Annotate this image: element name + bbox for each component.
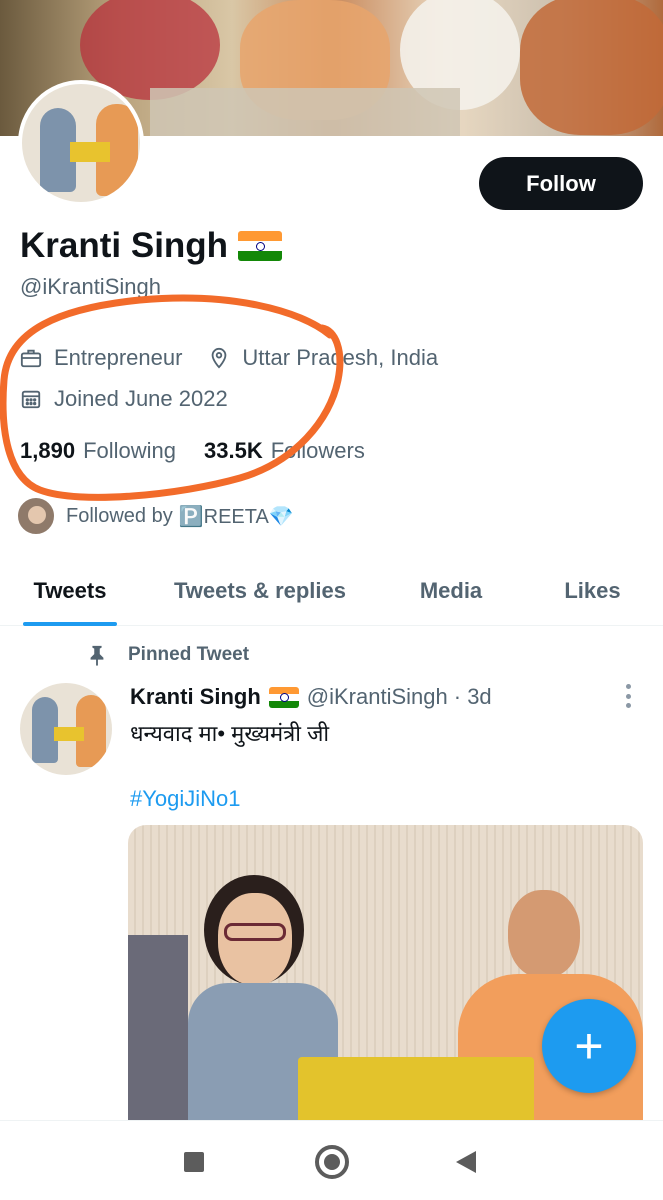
following-link[interactable]: 1,890 Following <box>20 438 176 464</box>
following-label: Following <box>83 438 176 463</box>
tweet-handle: @iKrantiSingh <box>306 684 448 709</box>
android-navigation-bar <box>0 1120 663 1200</box>
follow-counts: 1,890 Following 33.5K Followers <box>20 438 365 464</box>
tweet-avatar[interactable] <box>20 683 112 775</box>
tweet-time: · 3d <box>453 684 492 709</box>
tab-tweets-replies[interactable]: Tweets & replies <box>140 556 380 626</box>
profile-name: Kranti Singh <box>20 226 283 266</box>
tab-likes[interactable]: Likes <box>522 556 663 626</box>
following-count: 1,890 <box>20 438 76 463</box>
joined-text: Joined June 2022 <box>54 386 228 411</box>
back-icon[interactable] <box>456 1151 476 1173</box>
tweet-hashtag[interactable]: #YogiJiNo1 <box>130 786 241 812</box>
compose-tweet-button[interactable]: + <box>542 999 636 1093</box>
tweet-author[interactable]: Kranti Singh <box>130 684 261 710</box>
tweet-header: Kranti Singh @iKrantiSingh · 3d <box>130 684 492 710</box>
followers-link[interactable]: 33.5K Followers <box>204 438 365 464</box>
followers-count: 33.5K <box>204 438 263 463</box>
occupation-text: Entrepreneur <box>54 345 183 370</box>
more-options-icon[interactable] <box>621 684 635 708</box>
follow-button[interactable]: Follow <box>479 157 643 210</box>
calendar-icon <box>21 390 41 409</box>
location-pin-icon <box>212 347 227 369</box>
profile-avatar[interactable] <box>18 80 144 206</box>
followers-label: Followers <box>270 438 365 463</box>
profile-handle: @iKrantiSingh <box>20 274 161 299</box>
pin-icon <box>90 645 104 666</box>
home-icon[interactable] <box>315 1145 349 1179</box>
follower-avatar <box>16 496 56 536</box>
recent-apps-icon[interactable] <box>184 1152 204 1172</box>
pinned-tweet-label: Pinned Tweet <box>86 643 249 667</box>
tweet-text: धन्यवाद मा• मुख्यमंत्री जी <box>130 721 330 746</box>
briefcase-icon <box>20 349 42 368</box>
profile-name-text: Kranti Singh <box>20 226 229 265</box>
pinned-tweet-text: Pinned Tweet <box>128 644 250 665</box>
profile-tabs: Tweets Tweets & replies Media Likes <box>0 556 663 626</box>
followed-by-name: 🅿️REETA💎 <box>178 505 294 528</box>
location-text: Uttar Pradesh, India <box>242 345 439 370</box>
profile-joined-row: Joined June 2022 <box>20 386 228 412</box>
followed-by-prefix: Followed by <box>66 504 173 527</box>
profile-meta-row: Entrepreneur Uttar Pradesh, India <box>20 345 438 371</box>
followed-by[interactable]: Followed by 🅿️REETA💎 <box>16 496 294 536</box>
tab-tweets[interactable]: Tweets <box>0 556 140 626</box>
tab-media[interactable]: Media <box>380 556 522 626</box>
india-flag-icon <box>268 686 299 708</box>
india-flag-icon <box>238 231 283 261</box>
